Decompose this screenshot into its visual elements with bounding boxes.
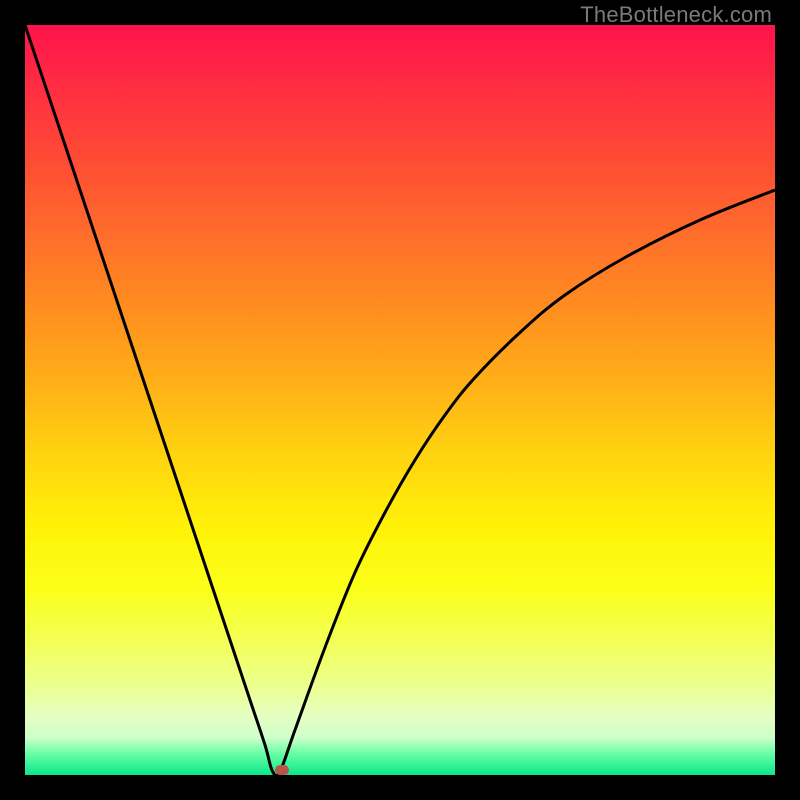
optimal-point-marker <box>275 765 289 775</box>
gradient-plot-area <box>25 25 775 775</box>
chart-frame: TheBottleneck.com <box>0 0 800 800</box>
watermark-text: TheBottleneck.com <box>580 2 772 28</box>
